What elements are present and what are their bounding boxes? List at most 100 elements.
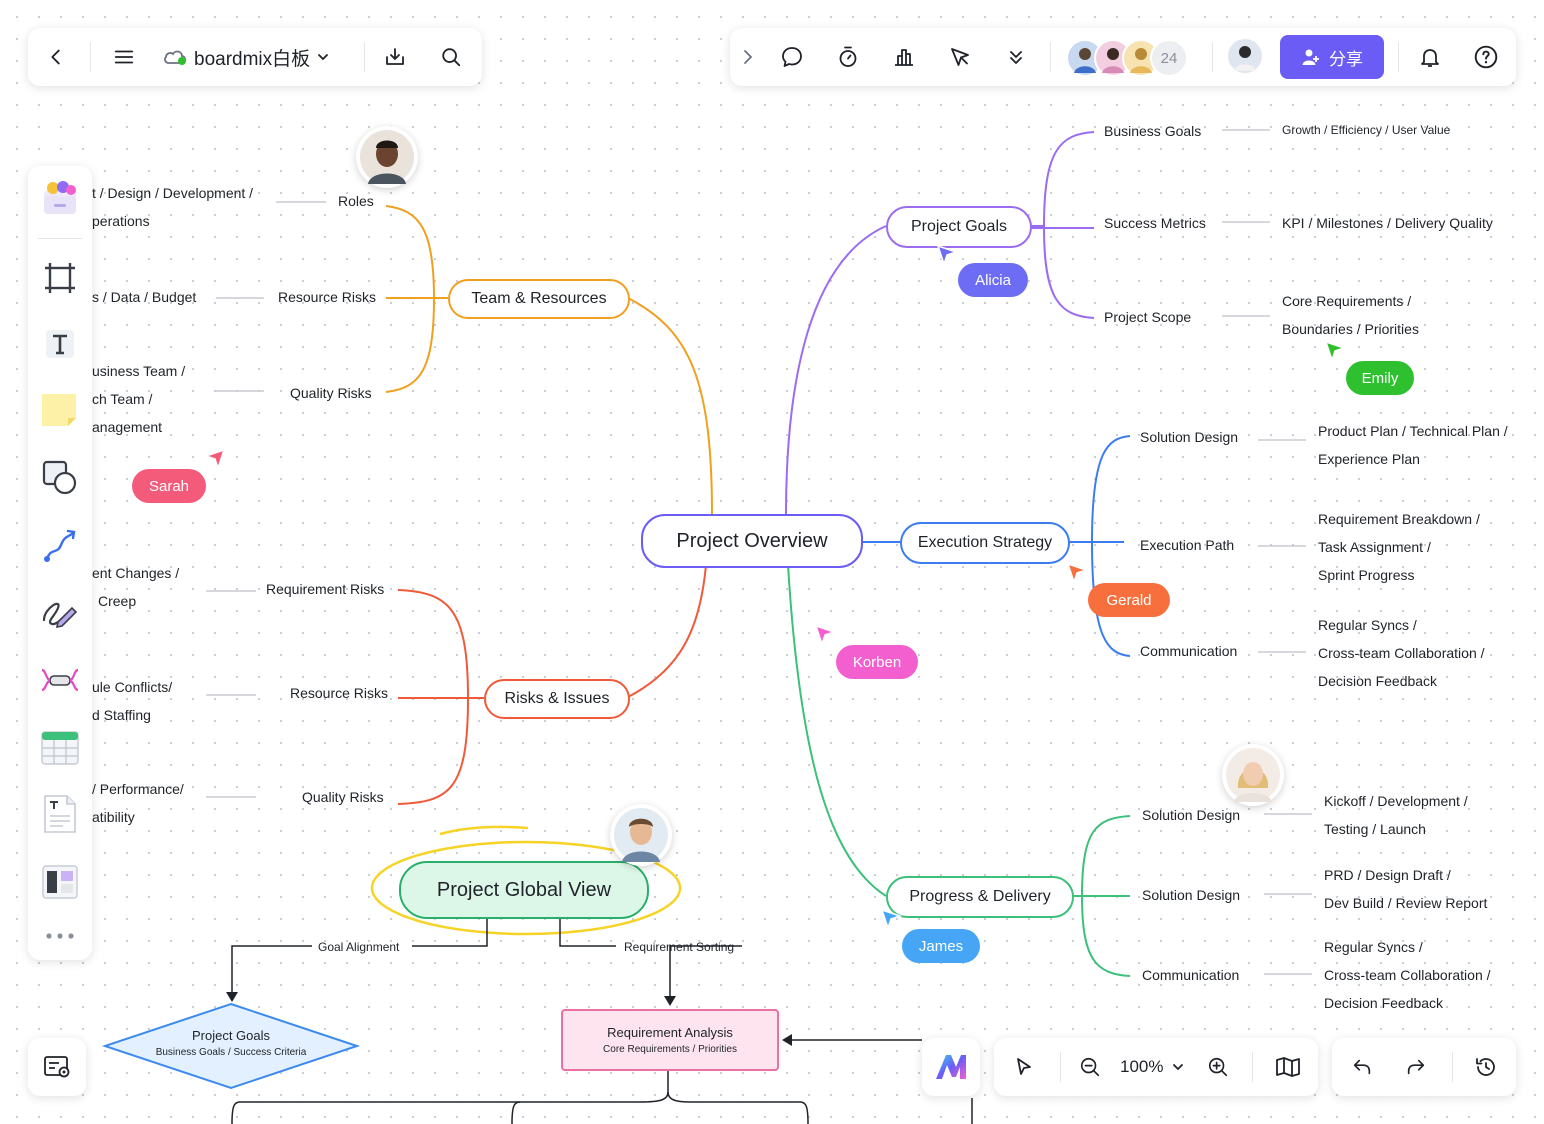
shape-tool[interactable] xyxy=(38,456,82,500)
success-metrics-detail[interactable]: KPI / Milestones / Delivery Quality xyxy=(1282,209,1493,237)
progress-solution-1-detail-line2[interactable]: Testing / Launch xyxy=(1324,815,1426,843)
execution-path-detail-line2[interactable]: Task Assignment / xyxy=(1318,533,1431,561)
whiteboard-canvas[interactable]: boardmix白板 24 分享 Project Overview Team &… xyxy=(0,0,1544,1124)
risk-quality-detail-line1[interactable]: / Performance/ xyxy=(92,775,184,803)
more-tools-sidebar-button[interactable] xyxy=(38,914,82,958)
progress-solution-1-detail-line1[interactable]: Kickoff / Development / xyxy=(1324,787,1468,815)
mindmap-tool[interactable] xyxy=(38,658,82,702)
exec-solution-detail-line2[interactable]: Experience Plan xyxy=(1318,445,1420,473)
requirement-analysis-box[interactable]: Requirement Analysis Core Requirements /… xyxy=(561,1009,779,1071)
presentation-button[interactable] xyxy=(940,37,980,77)
roles-detail-line1[interactable]: t / Design / Development / xyxy=(92,179,253,207)
exec-communication-detail-line1[interactable]: Regular Syncs / xyxy=(1318,611,1417,639)
project-goals-diamond[interactable] xyxy=(101,1002,361,1090)
business-goals-label[interactable]: Business Goals xyxy=(1104,117,1201,145)
progress-solution-design-label-1[interactable]: Solution Design xyxy=(1142,801,1240,829)
risks-issues-node[interactable]: Risks & Issues xyxy=(484,679,630,719)
project-goals-node[interactable]: Project Goals xyxy=(886,206,1032,248)
undo-button[interactable] xyxy=(1342,1047,1382,1087)
zoom-level-dropdown[interactable]: 100% xyxy=(1120,1052,1185,1082)
board-settings-button[interactable] xyxy=(28,1038,86,1096)
team-quality-risks-label[interactable]: Quality Risks xyxy=(290,379,372,407)
share-button[interactable]: 分享 xyxy=(1280,35,1384,79)
search-button[interactable] xyxy=(431,37,471,77)
risk-resource-risks-label[interactable]: Resource Risks xyxy=(290,679,388,707)
success-metrics-label[interactable]: Success Metrics xyxy=(1104,209,1206,237)
download-button[interactable] xyxy=(375,37,415,77)
zoom-in-button[interactable] xyxy=(1198,1047,1238,1087)
templates-tool[interactable] xyxy=(38,176,82,220)
exec-solution-design-label[interactable]: Solution Design xyxy=(1140,423,1238,451)
project-scope-detail-line1[interactable]: Core Requirements / xyxy=(1282,287,1411,315)
comment-button[interactable] xyxy=(772,37,812,77)
progress-solution-design-label-2[interactable]: Solution Design xyxy=(1142,881,1240,909)
menu-button[interactable] xyxy=(104,37,144,77)
progress-communication-label[interactable]: Communication xyxy=(1142,961,1239,989)
team-resource-risks-label[interactable]: Resource Risks xyxy=(278,283,376,311)
requirement-risks-detail-line2[interactable]: Creep xyxy=(98,587,136,615)
team-quality-detail-line1[interactable]: usiness Team / xyxy=(92,357,185,385)
risk-quality-detail-line2[interactable]: atibility xyxy=(92,803,135,831)
history-button[interactable] xyxy=(1466,1047,1506,1087)
collapse-toolbar-button[interactable] xyxy=(732,37,764,77)
team-quality-detail-line2[interactable]: ch Team / xyxy=(92,385,152,413)
notifications-button[interactable] xyxy=(1410,37,1450,77)
requirement-risks-label[interactable]: Requirement Risks xyxy=(266,575,384,603)
collaborator-avatars[interactable]: 24 xyxy=(1066,39,1206,77)
roles-detail-line2[interactable]: perations xyxy=(92,207,150,235)
execution-path-detail-line3[interactable]: Sprint Progress xyxy=(1318,561,1414,589)
select-tool-button[interactable] xyxy=(1004,1047,1044,1087)
connector-tool[interactable] xyxy=(38,524,82,568)
document-tool[interactable] xyxy=(38,792,82,836)
team-resources-node[interactable]: Team & Resources xyxy=(448,279,630,319)
risk-resource-detail-line1[interactable]: ule Conflicts/ xyxy=(92,673,172,701)
sticky-note-tool[interactable] xyxy=(38,388,82,432)
analysis-subtitle: Core Requirements / Priorities xyxy=(603,1044,737,1055)
timer-button[interactable] xyxy=(828,37,868,77)
file-title-dropdown[interactable]: boardmix白板 xyxy=(162,42,330,72)
goal-alignment-label[interactable]: Goal Alignment xyxy=(318,933,399,961)
project-scope-detail-line2[interactable]: Boundaries / Priorities xyxy=(1282,315,1419,343)
execution-path-detail-line1[interactable]: Requirement Breakdown / xyxy=(1318,505,1480,533)
redo-button[interactable] xyxy=(1396,1047,1436,1087)
progress-communication-detail-line3[interactable]: Decision Feedback xyxy=(1324,989,1443,1017)
progress-solution-2-detail-line1[interactable]: PRD / Design Draft / xyxy=(1324,861,1451,889)
execution-strategy-node[interactable]: Execution Strategy xyxy=(900,522,1070,564)
team-quality-detail-line3[interactable]: anagement xyxy=(92,413,162,441)
progress-communication-detail-line1[interactable]: Regular Syncs / xyxy=(1324,933,1423,961)
progress-delivery-node[interactable]: Progress & Delivery xyxy=(886,876,1074,918)
risk-resource-detail-line2[interactable]: d Staffing xyxy=(92,701,151,729)
execution-path-label[interactable]: Execution Path xyxy=(1140,531,1234,559)
requirement-sorting-label[interactable]: Requirement Sorting xyxy=(624,933,734,961)
progress-solution-2-detail-line2[interactable]: Dev Build / Review Report xyxy=(1324,889,1487,917)
back-button[interactable] xyxy=(36,37,76,77)
frame-icon xyxy=(45,263,75,293)
table-tool[interactable] xyxy=(38,726,82,770)
minimap-button[interactable] xyxy=(1268,1047,1308,1087)
root-node[interactable]: Project Overview xyxy=(641,514,863,568)
progress-communication-detail-line2[interactable]: Cross-team Collaboration / xyxy=(1324,961,1491,989)
ai-assistant-button[interactable] xyxy=(922,1038,980,1096)
current-user-avatar[interactable] xyxy=(1228,39,1262,73)
layout-tool[interactable] xyxy=(38,860,82,904)
emily-cursor-label: Emily xyxy=(1346,361,1414,395)
exec-communication-label[interactable]: Communication xyxy=(1140,637,1237,665)
exec-communication-detail-line2[interactable]: Cross-team Collaboration / xyxy=(1318,639,1485,667)
requirement-risks-detail-line1[interactable]: ent Changes / xyxy=(92,559,179,587)
frame-tool[interactable] xyxy=(38,256,82,300)
pen-tool[interactable] xyxy=(38,590,82,634)
person-icon xyxy=(1226,748,1280,802)
exec-communication-detail-line3[interactable]: Decision Feedback xyxy=(1318,667,1437,695)
text-tool[interactable] xyxy=(38,322,82,366)
vote-button[interactable] xyxy=(884,37,924,77)
roles-label[interactable]: Roles xyxy=(338,187,374,215)
business-goals-detail[interactable]: Growth / Efficiency / User Value xyxy=(1282,116,1450,144)
team-resource-detail[interactable]: s / Data / Budget xyxy=(92,283,196,311)
exec-solution-detail-line1[interactable]: Product Plan / Technical Plan / xyxy=(1318,417,1508,445)
risk-quality-risks-label[interactable]: Quality Risks xyxy=(302,783,384,811)
help-button[interactable] xyxy=(1466,37,1506,77)
global-view-node[interactable]: Project Global View xyxy=(399,861,649,919)
project-scope-label[interactable]: Project Scope xyxy=(1104,303,1191,331)
zoom-out-button[interactable] xyxy=(1070,1047,1110,1087)
more-tools-button[interactable] xyxy=(996,37,1036,77)
